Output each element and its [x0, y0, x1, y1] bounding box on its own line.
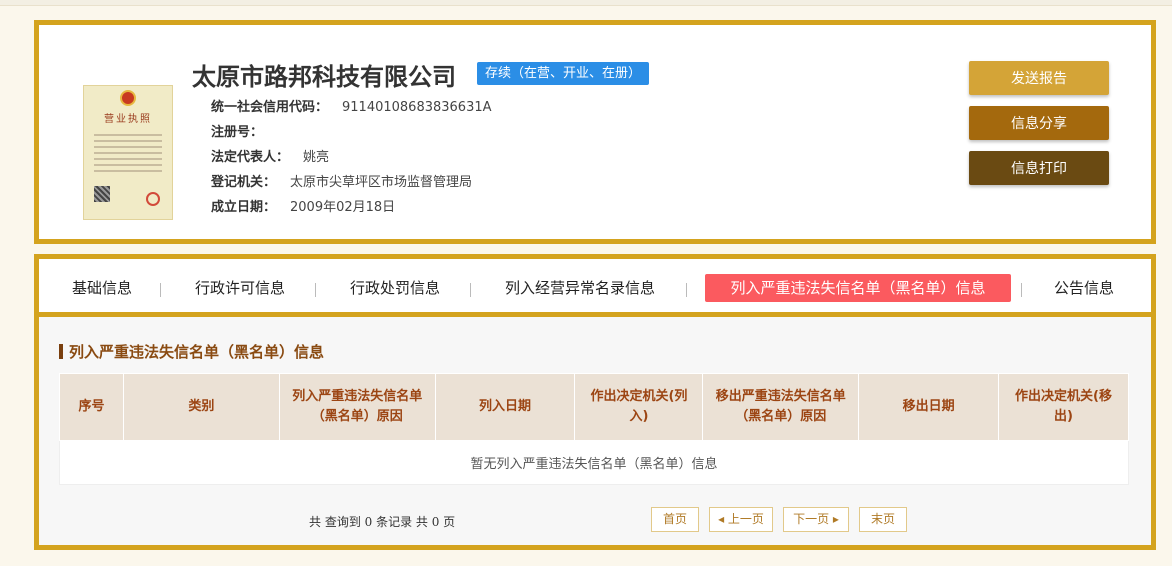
license-text-lines — [94, 134, 162, 176]
tab-admin-penalty[interactable]: 行政处罚信息 — [335, 274, 455, 302]
founded-date-value: 2009年02月18日 — [290, 200, 396, 215]
col-index: 序号 — [59, 373, 124, 441]
tab-separator — [315, 283, 316, 297]
section-title: 列入严重违法失信名单（黑名单）信息 — [59, 341, 324, 362]
pager-next-button[interactable]: 下一页 ▸ — [783, 507, 849, 532]
print-info-button[interactable]: 信息打印 — [969, 151, 1109, 185]
col-remove-reason: 移出严重违法失信名单（黑名单）原因 — [702, 373, 860, 441]
qr-code-icon — [94, 186, 110, 202]
col-category: 类别 — [122, 373, 280, 441]
credit-code-label: 统一社会信用代码： — [211, 100, 329, 115]
pager-prev-button[interactable]: ◂ 上一页 — [709, 507, 773, 532]
table-header-row: 序号 类别 列入严重违法失信名单（黑名单）原因 列入日期 作出决定机关(列入) … — [59, 373, 1129, 441]
send-report-button[interactable]: 发送报告 — [969, 61, 1109, 95]
section-title-text: 列入严重违法失信名单（黑名单）信息 — [69, 343, 325, 361]
credit-code-value: 91140108683836631A — [342, 100, 492, 115]
reg-number-label: 注册号： — [211, 125, 264, 140]
credit-code-row: 统一社会信用代码： 91140108683836631A — [211, 96, 492, 115]
tab-content: 列入严重违法失信名单（黑名单）信息 序号 类别 列入严重违法失信名单（黑名单）原… — [39, 317, 1151, 545]
company-name: 太原市路邦科技有限公司 — [192, 62, 456, 91]
legal-rep-value: 姚亮 — [303, 150, 330, 165]
table-row: 暂无列入严重违法失信名单（黑名单）信息 — [59, 440, 1129, 485]
col-list-authority: 作出决定机关(列入) — [574, 373, 704, 441]
founded-date-row: 成立日期： 2009年02月18日 — [211, 196, 395, 215]
tab-blacklist[interactable]: 列入严重违法失信名单（黑名单）信息 — [705, 274, 1011, 302]
legal-rep-label: 法定代表人： — [211, 150, 290, 165]
company-header-card: 营业执照 太原市路邦科技有限公司 存续（在营、开业、在册） 统一社会信用代码： 9… — [34, 20, 1156, 244]
reg-authority-value: 太原市尖草坪区市场监督管理局 — [290, 175, 473, 190]
section-bar-icon — [59, 344, 63, 359]
reg-authority-label: 登记机关： — [211, 175, 277, 190]
tab-separator — [1021, 283, 1022, 297]
business-license-image[interactable]: 营业执照 — [83, 85, 173, 220]
blacklist-table: 序号 类别 列入严重违法失信名单（黑名单）原因 列入日期 作出决定机关(列入) … — [59, 373, 1129, 485]
national-emblem-icon — [120, 90, 136, 106]
col-list-reason: 列入严重违法失信名单（黑名单）原因 — [278, 373, 436, 441]
detail-card: 基础信息 行政许可信息 行政处罚信息 列入经营异常名录信息 列入严重违法失信名单… — [34, 254, 1156, 550]
reg-number-row: 注册号： — [211, 121, 277, 140]
tab-separator — [470, 283, 471, 297]
seal-icon — [146, 192, 160, 206]
pager-last-button[interactable]: 末页 — [859, 507, 907, 532]
reg-authority-row: 登记机关： 太原市尖草坪区市场监督管理局 — [211, 171, 472, 190]
share-info-button[interactable]: 信息分享 — [969, 106, 1109, 140]
tab-abnormal-list[interactable]: 列入经营异常名录信息 — [490, 274, 670, 302]
col-list-date: 列入日期 — [434, 373, 576, 441]
status-badge: 存续（在营、开业、在册） — [477, 62, 650, 85]
founded-date-label: 成立日期： — [211, 200, 277, 215]
legal-rep-row: 法定代表人： 姚亮 — [211, 146, 329, 165]
tab-separator — [686, 283, 687, 297]
tab-basic-info[interactable]: 基础信息 — [59, 274, 145, 302]
tab-separator — [160, 283, 161, 297]
license-title: 营业执照 — [104, 114, 152, 125]
tab-announcements[interactable]: 公告信息 — [1041, 274, 1127, 302]
tab-admin-license[interactable]: 行政许可信息 — [180, 274, 300, 302]
col-remove-authority: 作出决定机关(移出) — [998, 373, 1129, 441]
pager-summary: 共 查询到 0 条记录 共 0 页 — [309, 515, 456, 529]
tab-bar: 基础信息 行政许可信息 行政处罚信息 列入经营异常名录信息 列入严重违法失信名单… — [39, 259, 1151, 317]
pager-first-button[interactable]: 首页 — [651, 507, 699, 532]
empty-message: 暂无列入严重违法失信名单（黑名单）信息 — [59, 440, 1129, 485]
top-strip — [0, 0, 1172, 6]
col-remove-date: 移出日期 — [858, 373, 1000, 441]
